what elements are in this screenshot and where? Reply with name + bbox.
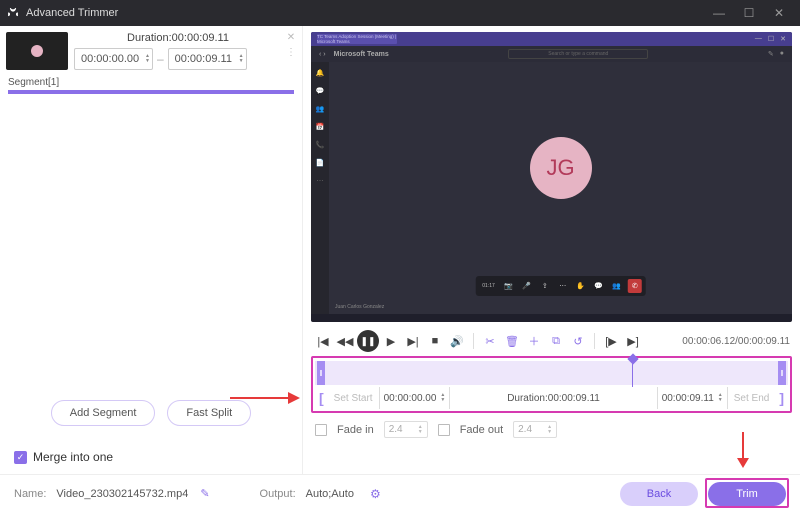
segment-end-input[interactable]: 00:00:09.11 ▲▼ [168,48,247,70]
trim-duration-label: Duration:00:00:09.11 [450,393,656,404]
segment-card[interactable]: Duration:00:00:09.11 00:00:00.00 ▲▼ – 00… [0,26,302,77]
trim-start-input[interactable]: 00:00:00.00▲▼ [379,387,451,409]
trim-handle-right[interactable]: ‖ [778,361,786,385]
next-frame-button[interactable]: ▶| [403,331,423,351]
prev-frame-button[interactable]: ◀◀ [335,331,355,351]
hangup-icon: ✆ [628,279,642,293]
teams-tab-title: TC Teams Adoption Session (Meeting) | Mi… [317,34,397,44]
titlebar: Advanced Trimmer — ☐ ✕ [0,0,800,26]
segment-caption: Segment[1] [0,77,302,88]
output-settings-icon[interactable]: ⚙ [370,487,381,501]
play-button[interactable]: ▶ [381,331,401,351]
add-segment-button[interactable]: Add Segment [51,400,156,426]
video-preview: TC Teams Adoption Session (Meeting) | Mi… [311,32,792,322]
copy-button[interactable]: ⧉ [546,331,566,351]
maximize-button[interactable]: ☐ [734,0,764,26]
fade-in-value[interactable]: 2.4▲▼ [384,421,428,438]
trim-range-row: [ Set Start 00:00:00.00▲▼ Duration:00:00… [315,387,788,409]
teams-window-controls: —☐✕ [755,35,786,43]
output-label: Output: [260,488,296,500]
chat-call-icon: 💬 [592,279,606,293]
fade-out-checkbox[interactable] [438,424,450,436]
teams-header-icons: ✎● [768,50,784,58]
camera-icon: 📷 [502,279,516,293]
fade-out-label: Fade out [460,424,503,436]
participant-avatar: JG [530,137,592,199]
teams-rail: 🔔 💬 👥 📅 📞 📄 ⋯ [311,62,329,314]
more-call-icon: ⋯ [556,279,570,293]
back-button[interactable]: Back [620,482,698,506]
segment-duration-label: Duration:00:00:09.11 [74,32,282,44]
call-timer: 01:17 [479,279,498,293]
remove-segment-icon[interactable]: ✕ [287,32,295,43]
trim-highlight-box: ‖ ‖ [ Set Start 00:00:00.00▲▼ Duration:0… [311,356,792,413]
dash-icon: – [157,52,164,66]
timeline-track[interactable]: ‖ ‖ [315,361,788,385]
playback-controls: |◀ ◀◀ ❚❚ ▶ ▶| ■ 🔊 ✂ 🗑 ＋ ⧉ ↺ [▶ ▶] 00:00:… [303,326,800,356]
fast-split-button[interactable]: Fast Split [167,400,251,426]
fade-in-label: Fade in [337,424,374,436]
mic-icon: 🎤 [520,279,534,293]
calls-icon: 📞 [315,140,325,150]
name-label: Name: [14,488,46,500]
teams-search: Search or type a command [508,49,648,59]
segment-options-icon[interactable]: ⋮ [286,47,296,58]
pause-button[interactable]: ❚❚ [357,330,379,352]
files-icon: 📄 [315,158,325,168]
segment-start-input[interactable]: 00:00:00.00 ▲▼ [74,48,153,70]
first-frame-button[interactable]: |◀ [313,331,333,351]
set-end-button[interactable]: Set End [728,393,776,404]
teams-meeting-area: JG 01:17 📷 🎤 ⇪ ⋯ ✋ 💬 👥 ✆ Juan Carlos Gon… [329,62,792,314]
participant-name: Juan Carlos Gonzalez [335,304,384,310]
right-panel: TC Teams Adoption Session (Meeting) | Mi… [303,26,800,474]
raise-icon: ✋ [574,279,588,293]
window-title: Advanced Trimmer [26,7,704,19]
volume-button[interactable]: 🔊 [447,331,467,351]
calendar-icon: 📅 [315,122,325,132]
stop-button[interactable]: ■ [425,331,445,351]
file-name: Video_230302145732.mp4 [56,488,188,500]
segment-panel: Duration:00:00:09.11 00:00:00.00 ▲▼ – 00… [0,26,303,474]
teams-titlebar: TC Teams Adoption Session (Meeting) | Mi… [311,32,792,46]
close-button[interactable]: ✕ [764,0,794,26]
set-start-button[interactable]: Set Start [328,393,379,404]
bracket-right-icon: ] [775,390,788,406]
output-value: Auto;Auto [306,488,354,500]
playhead[interactable] [632,357,633,387]
trim-end-input[interactable]: 00:00:09.11▲▼ [657,387,728,409]
trim-button[interactable]: Trim [708,482,786,506]
chat-icon: 💬 [315,86,325,96]
minimize-button[interactable]: — [704,0,734,26]
teams-icon: 👥 [315,104,325,114]
more-icon: ⋯ [315,176,325,186]
fade-in-checkbox[interactable] [315,424,327,436]
merge-checkbox[interactable]: ✓ [14,451,27,464]
trim-handle-left[interactable]: ‖ [317,361,325,385]
fade-row: Fade in 2.4▲▼ Fade out 2.4▲▼ [303,413,800,446]
undo-button[interactable]: ↺ [568,331,588,351]
teams-header: ‹ › Microsoft Teams Search or type a com… [311,46,792,62]
bell-icon: 🔔 [315,68,325,78]
call-controls-bar: 01:17 📷 🎤 ⇪ ⋯ ✋ 💬 👥 ✆ [475,276,646,296]
main-area: Duration:00:00:09.11 00:00:00.00 ▲▼ – 00… [0,26,800,474]
mark-out-button[interactable]: ▶] [623,331,643,351]
share-icon: ⇪ [538,279,552,293]
bracket-left-icon: [ [315,390,328,406]
app-logo-icon [6,6,20,20]
mark-in-button[interactable]: [▶ [601,331,621,351]
timecode-display: 00:00:06.12/00:00:09.11 [682,336,790,347]
footer: Name: Video_230302145732.mp4 ✎ Output: A… [0,474,800,512]
split-button[interactable]: ✂ [480,331,500,351]
teams-app-name: Microsoft Teams [334,51,389,58]
add-marker-button[interactable]: ＋ [524,331,544,351]
segment-thumbnail [6,32,68,70]
merge-label: Merge into one [33,450,113,464]
edit-name-icon[interactable]: ✎ [200,487,209,500]
delete-button[interactable]: 🗑 [502,331,522,351]
segment-progress-bar [8,90,294,94]
fade-out-value[interactable]: 2.4▲▼ [513,421,557,438]
people-icon: 👥 [610,279,624,293]
